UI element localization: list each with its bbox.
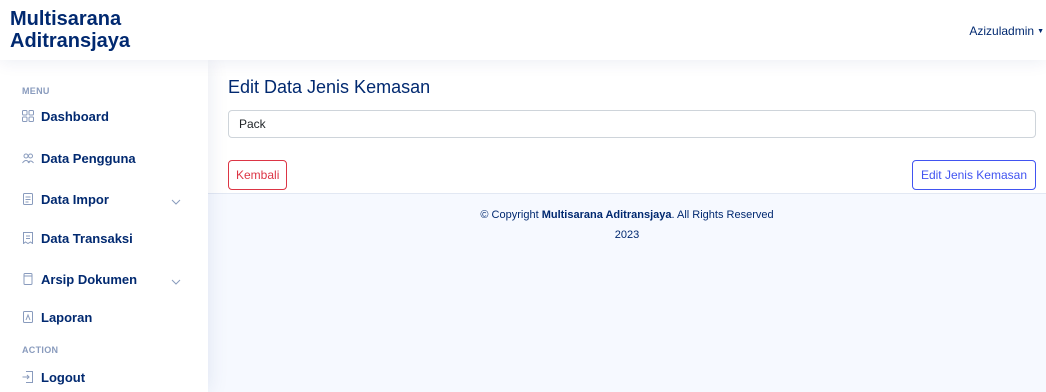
sidebar-item-laporan[interactable]: Laporan xyxy=(22,306,187,328)
sidebar-item-data-transaksi[interactable]: Data Transaksi xyxy=(22,227,187,249)
caret-down-icon: ▼ xyxy=(1037,27,1044,35)
sidebar: MENU Dashboard Data Pengguna Data Impor … xyxy=(0,60,208,392)
sidebar-item-arsip-dokumen[interactable]: Arsip Dokumen xyxy=(22,268,187,290)
brand-logo[interactable]: Multisarana Aditransjaya xyxy=(10,8,170,52)
archive-icon xyxy=(22,273,34,285)
page-title: Edit Data Jenis Kemasan xyxy=(228,77,431,97)
menu-heading: MENU xyxy=(22,86,50,96)
company-name: Multisarana Aditransjaya xyxy=(541,209,672,221)
brand-line-2: Aditransjaya xyxy=(10,30,131,52)
user-name: Azizuladmin xyxy=(969,24,1035,38)
sidebar-item-label: Data Pengguna xyxy=(41,150,136,166)
people-icon xyxy=(22,152,34,164)
sidebar-item-label: Logout xyxy=(41,369,86,385)
sidebar-item-label: Data Transaksi xyxy=(41,230,133,246)
sidebar-item-logout[interactable]: Logout xyxy=(22,366,187,388)
copyright-text: © Copyright Multisarana Aditransjaya. Al… xyxy=(208,208,1046,222)
edit-submit-button[interactable]: Edit Jenis Kemasan xyxy=(911,160,1036,190)
top-header: Multisarana Aditransjaya Azizuladmin ▼ xyxy=(0,0,1046,60)
back-button[interactable]: Kembali xyxy=(228,160,288,190)
sidebar-item-dashboard[interactable]: Dashboard xyxy=(22,105,187,127)
edit-form-card: Edit Data Jenis Kemasan Kembali Edit Jen… xyxy=(208,60,1046,194)
copyright-suffix: . All Rights Reserved xyxy=(671,209,774,221)
copyright-year: 2023 xyxy=(614,229,640,241)
grid-icon xyxy=(22,110,34,122)
action-heading: ACTION xyxy=(22,345,59,355)
user-menu[interactable]: Azizuladmin ▼ xyxy=(969,24,1044,38)
sidebar-item-label: Laporan xyxy=(41,309,93,325)
sidebar-item-data-impor[interactable]: Data Impor xyxy=(22,188,187,210)
file-icon xyxy=(22,193,34,205)
sidebar-item-label: Data Impor xyxy=(41,191,109,207)
chevron-down-icon xyxy=(171,193,181,208)
receipt-icon xyxy=(22,232,34,244)
chevron-down-icon xyxy=(171,273,181,288)
sidebar-item-label: Arsip Dokumen xyxy=(41,271,138,287)
sidebar-item-label: Dashboard xyxy=(41,108,109,124)
footer: © Copyright Multisarana Aditransjaya. Al… xyxy=(208,208,1046,242)
sidebar-item-data-pengguna[interactable]: Data Pengguna xyxy=(22,147,187,169)
pdf-icon xyxy=(22,311,34,323)
jenis-kemasan-input[interactable] xyxy=(228,110,1036,138)
copyright-prefix: © Copyright xyxy=(480,209,542,221)
brand-line-1: Multisarana xyxy=(10,8,122,30)
logout-icon xyxy=(22,371,34,383)
